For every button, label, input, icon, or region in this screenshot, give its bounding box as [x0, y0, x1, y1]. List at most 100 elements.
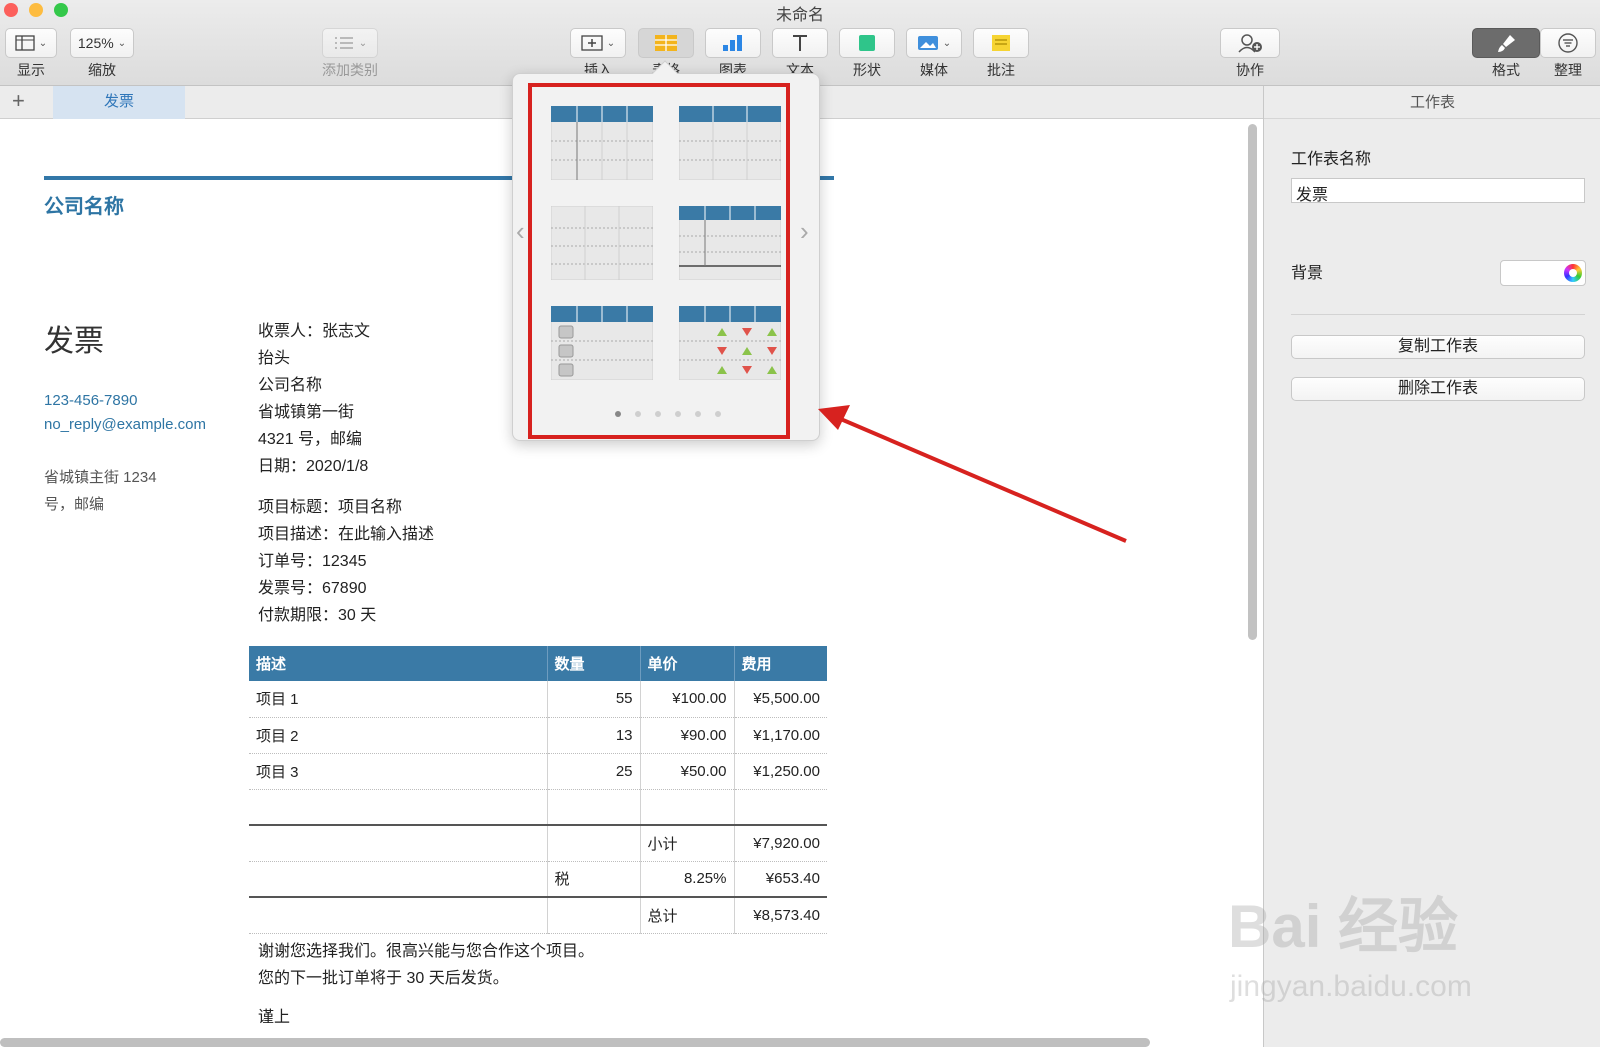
recipient-line: 4321 号，邮编 [258, 431, 363, 448]
recipient-block[interactable]: 收票人：张志文 抬头 公司名称 省城镇第一街 4321 号，邮编 日期：2020… [258, 318, 370, 480]
tax-row: 税 8.25% ¥653.40 [249, 861, 827, 898]
table-cell[interactable] [249, 789, 548, 826]
project-block[interactable]: 项目标题：项目名称 项目描述：在此输入描述 订单号：12345 发票号：6789… [258, 494, 434, 629]
zoom-select[interactable]: 125% ⌄ [70, 28, 134, 58]
baidu-watermark: Bai 经验 [1228, 893, 1459, 960]
table-cell[interactable]: 55 [547, 681, 641, 718]
organize-button[interactable] [1540, 28, 1596, 58]
table-cell[interactable]: 13 [547, 717, 641, 754]
paintbrush-icon [1498, 35, 1515, 52]
total-label[interactable]: 总计 [640, 897, 735, 934]
table-cell[interactable] [249, 861, 548, 898]
table-cell[interactable] [249, 825, 548, 862]
table-cell[interactable]: 25 [547, 753, 641, 790]
subtotal-label[interactable]: 小计 [640, 825, 735, 862]
media-button[interactable]: ⌄ [906, 28, 962, 58]
table-cell[interactable] [547, 789, 641, 826]
table-cell[interactable] [640, 789, 735, 826]
comment-label: 批注 [987, 62, 1015, 78]
project-line: 发票号：67890 [258, 580, 367, 597]
zoom-value: 125% [77, 35, 114, 51]
chevron-down-icon: ⌄ [358, 37, 368, 49]
next-page-icon[interactable]: › [800, 216, 809, 247]
text-button[interactable] [772, 28, 828, 58]
add-category-label: 添加类别 [322, 62, 378, 78]
total-value[interactable]: ¥8,573.40 [734, 897, 827, 934]
chevron-down-icon: ⌄ [606, 37, 616, 49]
sheet-name-field[interactable]: 发票 [1291, 178, 1585, 204]
address-line: 省城镇主街 1234 [44, 469, 157, 486]
table-cell[interactable] [249, 897, 548, 934]
tax-label[interactable]: 税 [547, 861, 641, 898]
comment-icon [992, 35, 1010, 51]
color-wheel-icon[interactable] [1564, 264, 1582, 282]
table-cell[interactable]: ¥100.00 [640, 681, 735, 718]
vertical-scrollbar[interactable] [1248, 124, 1257, 640]
previous-page-icon[interactable]: ‹ [516, 216, 525, 247]
project-line: 付款期限：30 天 [258, 607, 377, 624]
format-button[interactable] [1472, 28, 1540, 58]
tax-value[interactable]: ¥653.40 [734, 861, 827, 898]
footer-note[interactable]: 谢谢您选择我们。很高兴能与您合作这个项目。 您的下一批订单将于 30 天后发货。… [258, 938, 594, 1031]
email-address[interactable]: no_reply@example.com [44, 416, 206, 433]
table-cell[interactable]: 项目 3 [249, 753, 548, 790]
table-header-row: 描述 数量 单价 费用 [249, 646, 827, 681]
recipient-line: 日期：2020/1/8 [258, 458, 369, 475]
table-cell[interactable] [547, 825, 641, 862]
table-cell[interactable]: 项目 1 [249, 681, 548, 718]
chart-button[interactable] [705, 28, 761, 58]
subtotal-row: 小计 ¥7,920.00 [249, 825, 827, 862]
highlight-box [528, 83, 790, 439]
column-header[interactable]: 数量 [547, 646, 641, 681]
shape-icon [859, 35, 875, 51]
table-cell[interactable]: ¥50.00 [640, 753, 735, 790]
invoice-table[interactable]: 描述 数量 单价 费用 项目 1 55 ¥100.00 ¥5,500.00 项目… [249, 646, 827, 934]
table-cell[interactable]: ¥1,250.00 [734, 753, 827, 790]
table-cell[interactable]: ¥90.00 [640, 717, 735, 754]
invoice-title[interactable]: 发票 [44, 316, 104, 360]
phone-number[interactable]: 123-456-7890 [44, 392, 137, 409]
view-button[interactable]: ⌄ [5, 28, 57, 58]
filter-icon [1558, 33, 1578, 53]
add-sheet-button[interactable]: + [12, 88, 25, 114]
company-name[interactable]: 公司名称 [44, 190, 124, 219]
table-row: 项目 1 55 ¥100.00 ¥5,500.00 [249, 681, 827, 718]
table-icon [655, 35, 677, 51]
app-window: 未命名 ⌄ 显示 125% ⌄ 缩放 ⌄ 添加类别 ⌄ 插入 表格 图表 [0, 0, 1600, 1047]
table-cell[interactable]: 项目 2 [249, 717, 548, 754]
table-row: 项目 3 25 ¥50.00 ¥1,250.00 [249, 753, 827, 790]
subtotal-value[interactable]: ¥7,920.00 [734, 825, 827, 862]
add-category-button[interactable]: ⌄ [322, 28, 378, 58]
comment-button[interactable] [973, 28, 1029, 58]
format-label: 格式 [1492, 62, 1520, 78]
table-cell[interactable]: ¥5,500.00 [734, 681, 827, 718]
column-header[interactable]: 费用 [734, 646, 827, 681]
shape-label: 形状 [853, 62, 881, 78]
view-label: 显示 [17, 62, 45, 78]
tax-rate[interactable]: 8.25% [640, 861, 735, 898]
delete-sheet-button[interactable]: 删除工作表 [1291, 377, 1585, 401]
shape-button[interactable] [839, 28, 895, 58]
collaborate-button[interactable] [1220, 28, 1280, 58]
column-header[interactable]: 描述 [249, 646, 548, 681]
duplicate-sheet-button[interactable]: 复制工作表 [1291, 335, 1585, 359]
horizontal-scrollbar[interactable] [0, 1038, 1150, 1047]
table-button[interactable] [638, 28, 694, 58]
insert-button[interactable]: ⌄ [570, 28, 626, 58]
sender-address[interactable]: 省城镇主街 1234 号，邮编 [44, 464, 157, 518]
table-cell[interactable] [547, 897, 641, 934]
collaborate-icon [1238, 34, 1262, 53]
background-color-well[interactable] [1500, 260, 1586, 286]
recipient-line: 抬头 [258, 350, 291, 367]
window-title: 未命名 [775, 7, 824, 24]
organize-label: 整理 [1554, 62, 1582, 78]
collaborate-label: 协作 [1236, 62, 1264, 78]
tab-invoice[interactable]: 发票 [53, 86, 185, 119]
table-cell[interactable] [734, 789, 827, 826]
table-cell[interactable]: ¥1,170.00 [734, 717, 827, 754]
total-row: 总计 ¥8,573.40 [249, 897, 827, 934]
sidebar-title: 工作表 [1264, 86, 1600, 119]
column-header[interactable]: 单价 [640, 646, 735, 681]
footer-line: 谨上 [258, 1009, 291, 1026]
chevron-down-icon: ⌄ [942, 37, 952, 49]
